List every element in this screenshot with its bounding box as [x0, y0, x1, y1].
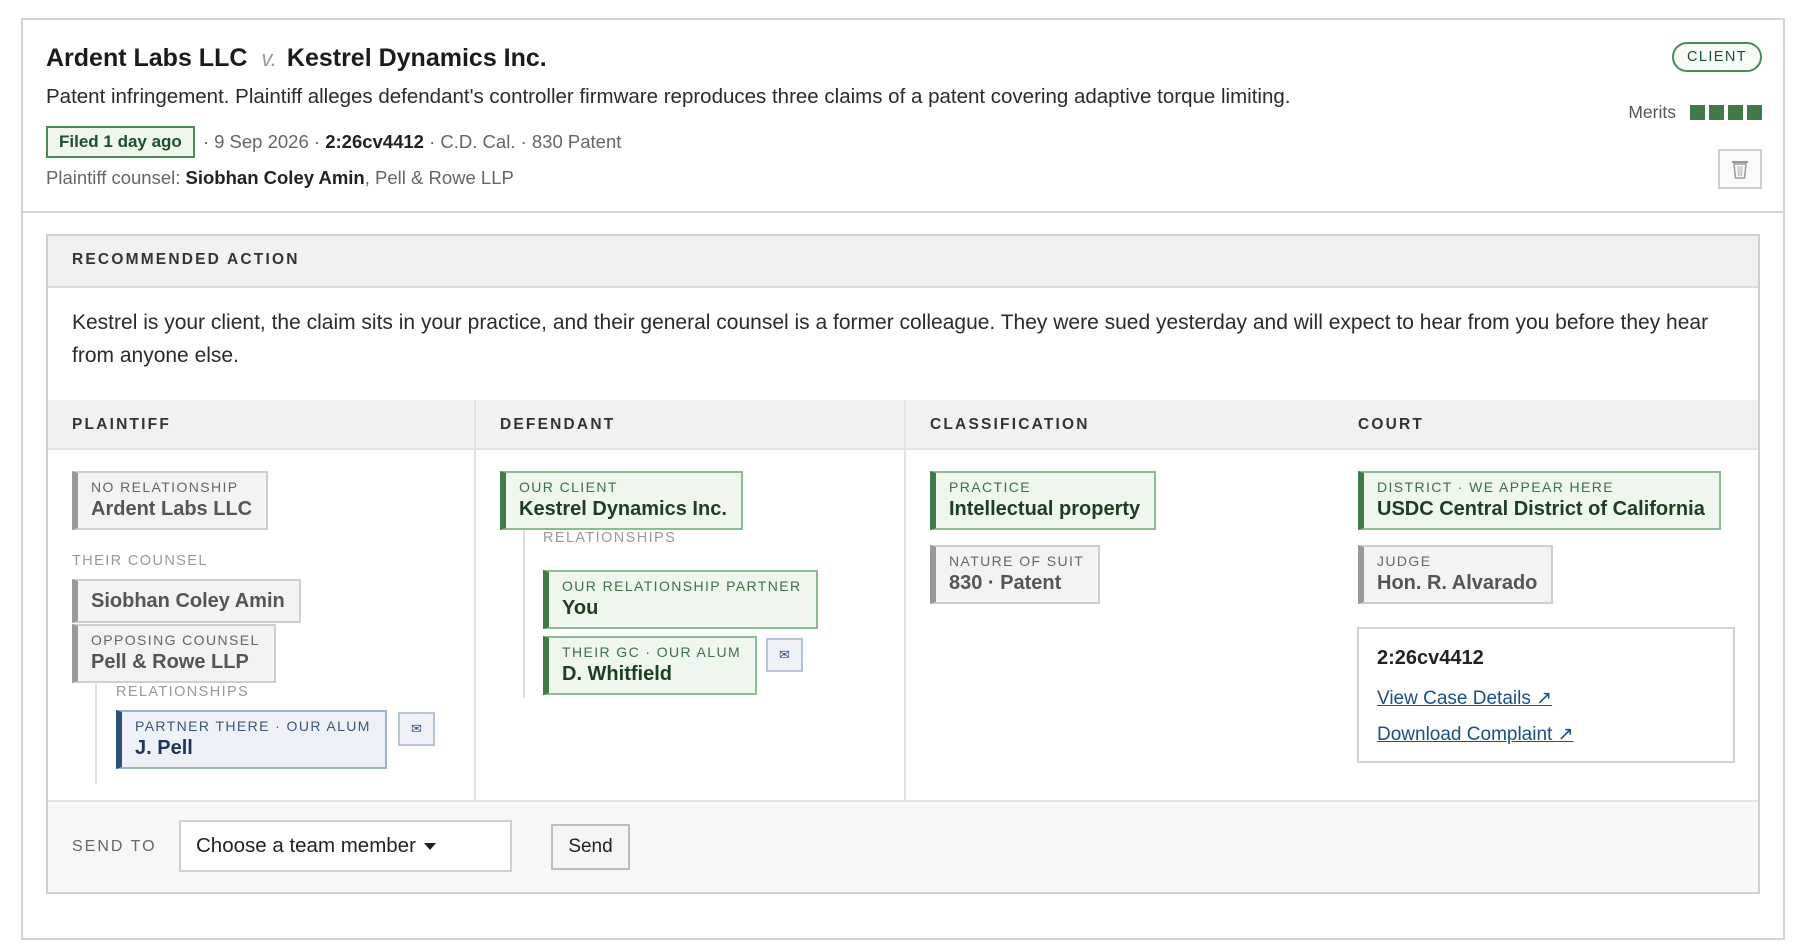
their-counsel-label: THEIR COUNSEL: [72, 553, 208, 569]
practice-chip[interactable]: PRACTICE Intellectual property: [930, 471, 1157, 530]
recommended-action-panel: RECOMMENDED ACTION Kestrel is your clien…: [46, 234, 1760, 894]
counsel-label: Plaintiff counsel:: [46, 167, 181, 188]
defendant-column-header: DEFENDANT: [476, 400, 904, 450]
merits-square: [1747, 105, 1762, 120]
chip-kicker: NATURE OF SUIT: [949, 553, 1085, 569]
defendant-name: Kestrel Dynamics Inc.: [286, 44, 547, 72]
merits-square: [1728, 105, 1743, 120]
email-button[interactable]: ✉: [766, 638, 803, 672]
versus-label: v.: [261, 46, 277, 71]
download-complaint-link[interactable]: Download Complaint ↗: [1377, 723, 1574, 746]
classification-column: CLASSIFICATION PRACTICE Intellectual pro…: [906, 400, 1334, 800]
view-case-details-link[interactable]: View Case Details ↗: [1377, 687, 1552, 710]
defendant-party-chip[interactable]: OUR CLIENT Kestrel Dynamics Inc.: [500, 471, 743, 530]
chip-kicker: DISTRICT · WE APPEAR HERE: [1377, 479, 1614, 495]
chip-value: D. Whitfield: [562, 663, 672, 685]
judge-chip[interactable]: JUDGE Hon. R. Alvarado: [1358, 545, 1554, 604]
plaintiff-counsel-line: Plaintiff counsel: Siobhan Coley Amin, P…: [46, 167, 514, 189]
counsel-name: Siobhan Coley Amin: [185, 167, 365, 188]
chip-value: You: [562, 597, 599, 619]
client-badge: CLIENT: [1672, 42, 1762, 72]
plaintiff-name: Ardent Labs LLC: [46, 44, 248, 72]
chip-value: Kestrel Dynamics Inc.: [519, 498, 727, 520]
case-meta: Filed 1 day ago · 9 Sep 2026 · 2:26cv441…: [46, 126, 621, 158]
plaintiff-column: PLAINTIFF NO RELATIONSHIP Ardent Labs LL…: [48, 400, 474, 800]
case-title: Ardent Labs LLC v. Kestrel Dynamics Inc.: [46, 44, 547, 73]
filed-badge: Filed 1 day ago: [46, 126, 195, 158]
opposing-counsel-chip[interactable]: OPPOSING COUNSEL Pell & Rowe LLP: [72, 624, 276, 683]
merits-square: [1709, 105, 1724, 120]
plaintiff-counsel-chip[interactable]: Siobhan Coley Amin: [72, 579, 301, 623]
chip-value: 830 · Patent: [949, 572, 1062, 594]
district-chip[interactable]: DISTRICT · WE APPEAR HERE USDC Central D…: [1358, 471, 1721, 530]
trash-icon: [1732, 161, 1748, 179]
case-links-box: 2:26cv4412 View Case Details ↗ Download …: [1357, 627, 1735, 763]
case-number: 2:26cv4412: [325, 131, 424, 152]
chip-value: Intellectual property: [949, 498, 1141, 520]
relationships-label: RELATIONSHIPS: [116, 684, 250, 700]
recommended-action-header: RECOMMENDED ACTION: [48, 236, 1758, 288]
chip-kicker: PARTNER THERE · OUR ALUM: [135, 718, 371, 734]
gc-alum-chip[interactable]: THEIR GC · OUR ALUM D. Whitfield: [543, 636, 758, 695]
chip-kicker: OUR RELATIONSHIP PARTNER: [562, 578, 802, 594]
merits-indicator: Merits: [1628, 102, 1762, 123]
team-member-select[interactable]: Choose a team member: [179, 820, 512, 872]
case-card: Ardent Labs LLC v. Kestrel Dynamics Inc. P…: [21, 18, 1785, 940]
chip-value: J. Pell: [135, 737, 193, 759]
case-description: Patent infringement. Plaintiff alleges d…: [46, 85, 1291, 108]
defendant-column: DEFENDANT OUR CLIENT Kestrel Dynamics In…: [476, 400, 904, 800]
delete-button[interactable]: [1718, 149, 1762, 189]
mail-icon: ✉: [411, 721, 422, 736]
caret-down-icon: [423, 842, 436, 850]
counsel-firm: , Pell & Rowe LLP: [364, 167, 514, 188]
email-button[interactable]: ✉: [398, 712, 435, 746]
relationship-connector: [95, 682, 97, 784]
merits-label: Merits: [1628, 102, 1676, 122]
merits-square: [1690, 105, 1705, 120]
send-to-row: SEND TO Choose a team member Send: [48, 800, 1758, 892]
relationship-connector: [523, 530, 525, 698]
partner-alum-chip[interactable]: PARTNER THERE · OUR ALUM J. Pell: [116, 710, 387, 769]
plaintiff-party-chip[interactable]: NO RELATIONSHIP Ardent Labs LLC: [72, 471, 269, 530]
chip-kicker: OUR CLIENT: [519, 479, 618, 495]
case-box-number: 2:26cv4412: [1377, 647, 1484, 669]
court-column-header: COURT: [1334, 400, 1758, 450]
chip-value: Ardent Labs LLC: [91, 498, 253, 520]
case-header: Ardent Labs LLC v. Kestrel Dynamics Inc. P…: [23, 20, 1783, 213]
send-button[interactable]: Send: [551, 824, 630, 870]
nature-of-suit-chip[interactable]: NATURE OF SUIT 830 · Patent: [930, 545, 1101, 604]
plaintiff-column-header: PLAINTIFF: [48, 400, 474, 450]
chip-kicker: NO RELATIONSHIP: [91, 479, 239, 495]
chip-value: Siobhan Coley Amin: [91, 590, 285, 612]
chip-value: Hon. R. Alvarado: [1377, 572, 1538, 594]
relationships-label: RELATIONSHIPS: [543, 530, 677, 546]
chip-kicker: JUDGE: [1377, 553, 1432, 569]
select-value: Choose a team member: [196, 834, 416, 857]
court-summary: · C.D. Cal. · 830 Patent: [429, 131, 622, 152]
chip-kicker: PRACTICE: [949, 479, 1031, 495]
chip-kicker: THEIR GC · OUR ALUM: [562, 644, 742, 660]
chip-kicker: OPPOSING COUNSEL: [91, 632, 260, 648]
chip-value: USDC Central District of California: [1377, 498, 1705, 520]
classification-column-header: CLASSIFICATION: [906, 400, 1334, 450]
chip-value: Pell & Rowe LLP: [91, 651, 249, 673]
mail-icon: ✉: [779, 647, 790, 662]
filed-date: · 9 Sep 2026 ·: [202, 131, 321, 152]
relationship-partner-chip[interactable]: OUR RELATIONSHIP PARTNER You: [543, 570, 818, 629]
recommended-action-text: Kestrel is your client, the claim sits i…: [72, 311, 1709, 367]
send-to-label: SEND TO: [72, 838, 157, 855]
